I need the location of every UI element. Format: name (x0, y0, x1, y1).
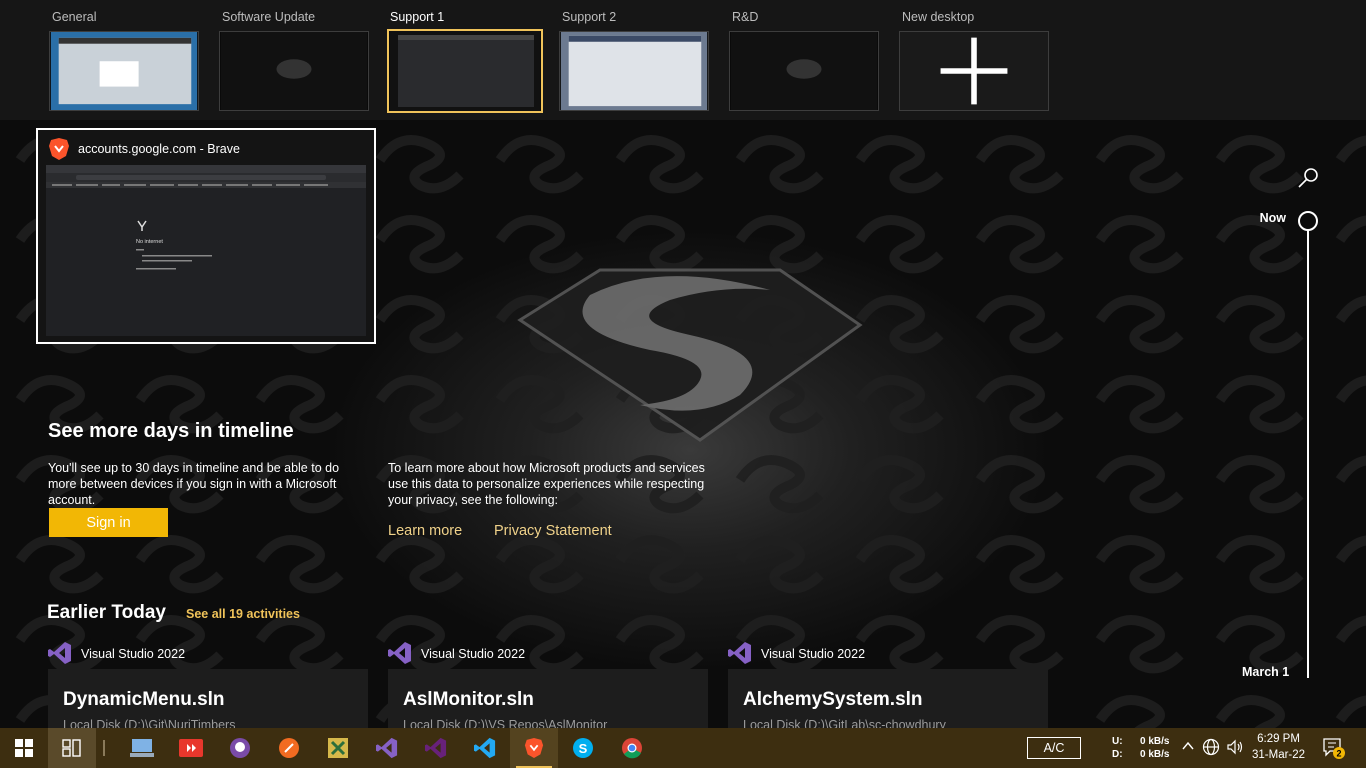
notification-center-button[interactable]: 2 (1320, 736, 1346, 765)
see-all-activities-link[interactable]: See all 19 activities (186, 607, 300, 621)
brave-icon (48, 137, 70, 166)
new-desktop-tile[interactable] (899, 31, 1049, 111)
task-view-button[interactable] (48, 728, 96, 768)
network-speed-monitor[interactable]: U: D: 0 kB/s 0 kB/s (1112, 735, 1169, 761)
visual-studio-icon (728, 641, 752, 670)
learn-more-link[interactable]: Learn more (388, 523, 462, 539)
sign-in-button[interactable]: Sign in (49, 508, 168, 537)
taskbar-separator (103, 740, 105, 756)
desktop-thumbnail[interactable] (729, 31, 879, 111)
desktop-label: Support 2 (562, 10, 617, 24)
globe-icon[interactable] (1202, 738, 1220, 761)
activity-title: AlchemySystem.sln (743, 689, 923, 710)
power-status[interactable]: A/C (1027, 737, 1081, 759)
start-button[interactable] (0, 728, 48, 768)
virtual-desktops-bar: General Software Update Support 1 Suppor… (0, 0, 1366, 120)
tools-icon (328, 738, 348, 758)
desktop-label: Software Update (222, 10, 316, 24)
task-view-icon (62, 739, 81, 757)
clock-time: 6:29 PM (1257, 733, 1300, 745)
desktop-label: R&D (732, 10, 759, 24)
desktop-thumbnail[interactable] (219, 31, 369, 111)
system-clock[interactable]: 6:29 PM 31-Mar-22 (1252, 731, 1305, 763)
desktop-label: General (52, 10, 97, 24)
activity-card[interactable]: Visual Studio 2022 AlchemySystem.sln Loc… (728, 640, 1048, 739)
clock-date: 31-Mar-22 (1252, 749, 1306, 761)
activity-title: DynamicMenu.sln (63, 689, 225, 710)
desktop-thumbnail[interactable] (49, 31, 199, 111)
skype-icon: S (573, 738, 593, 758)
volume-icon[interactable] (1226, 738, 1244, 761)
vscode-icon (474, 737, 496, 759)
visual-studio-icon (425, 737, 447, 759)
anydesk-icon (179, 739, 203, 757)
download-speed: 0 kB/s (1140, 749, 1170, 760)
desktop-thumbnail[interactable] (559, 31, 709, 111)
taskbar-app-tool[interactable] (314, 728, 362, 768)
desktop-label: Support 1 (390, 10, 445, 24)
taskbar-app-skype[interactable]: S (559, 728, 607, 768)
taskbar-app-visual-studio[interactable] (412, 728, 460, 768)
see-more-text: You'll see up to 30 days in timeline and… (48, 461, 340, 507)
taskbar-app-computer[interactable] (118, 728, 166, 768)
search-icon[interactable] (1296, 166, 1320, 195)
open-window-card[interactable]: accounts.google.com - Brave No internet (36, 128, 376, 344)
window-thumbnail: No internet (46, 165, 366, 336)
privacy-text: To learn more about how Microsoft produc… (388, 461, 705, 507)
desktop-label: New desktop (902, 10, 975, 24)
chevron-up-icon[interactable] (1181, 738, 1195, 759)
plus-icon (900, 32, 1048, 110)
activity-title: AslMonitor.sln (403, 689, 534, 710)
upload-label: U: (1112, 736, 1123, 747)
activity-app-name: Visual Studio 2022 (421, 647, 526, 661)
window-title: accounts.google.com - Brave (78, 142, 240, 156)
activity-app-name: Visual Studio 2022 (761, 647, 866, 661)
visual-studio-icon (376, 737, 398, 759)
timeline-now-label: Now (1259, 211, 1286, 225)
svg-text:S: S (579, 741, 588, 756)
see-more-title: See more days in timeline (48, 420, 294, 442)
desktop-thumbnail[interactable] (387, 29, 543, 113)
github-icon (230, 738, 250, 758)
taskbar-app-vscode[interactable] (461, 728, 509, 768)
taskbar-app-chrome[interactable] (608, 728, 656, 768)
taskbar-app-postman[interactable] (265, 728, 313, 768)
activity-card[interactable]: Visual Studio 2022 DynamicMenu.sln Local… (48, 640, 368, 739)
upload-speed: 0 kB/s (1140, 736, 1170, 747)
activity-app-name: Visual Studio 2022 (81, 647, 186, 661)
visual-studio-icon (388, 641, 412, 670)
privacy-statement-link[interactable]: Privacy Statement (494, 523, 612, 539)
windows-icon (15, 739, 33, 757)
activity-card[interactable]: Visual Studio 2022 AslMonitor.sln Local … (388, 640, 708, 739)
taskbar-app-anydesk[interactable] (167, 728, 215, 768)
notification-count: 2 (1336, 749, 1341, 759)
svg-text:No internet: No internet (136, 239, 163, 245)
taskbar-app-github[interactable] (216, 728, 264, 768)
earlier-today-heading: Earlier Today (47, 602, 166, 623)
taskbar-app-brave[interactable] (510, 728, 558, 768)
postman-icon (279, 738, 299, 758)
computer-icon (130, 739, 154, 757)
chrome-icon (622, 738, 642, 759)
taskbar-app-visual-studio-2022[interactable] (363, 728, 411, 768)
visual-studio-icon (48, 641, 72, 670)
timeline-scrollbar[interactable] (1307, 230, 1309, 678)
timeline-handle[interactable] (1298, 211, 1318, 231)
download-label: D: (1112, 749, 1123, 760)
brave-icon (524, 738, 544, 758)
timeline-date-label[interactable]: March 1 (1242, 665, 1289, 679)
